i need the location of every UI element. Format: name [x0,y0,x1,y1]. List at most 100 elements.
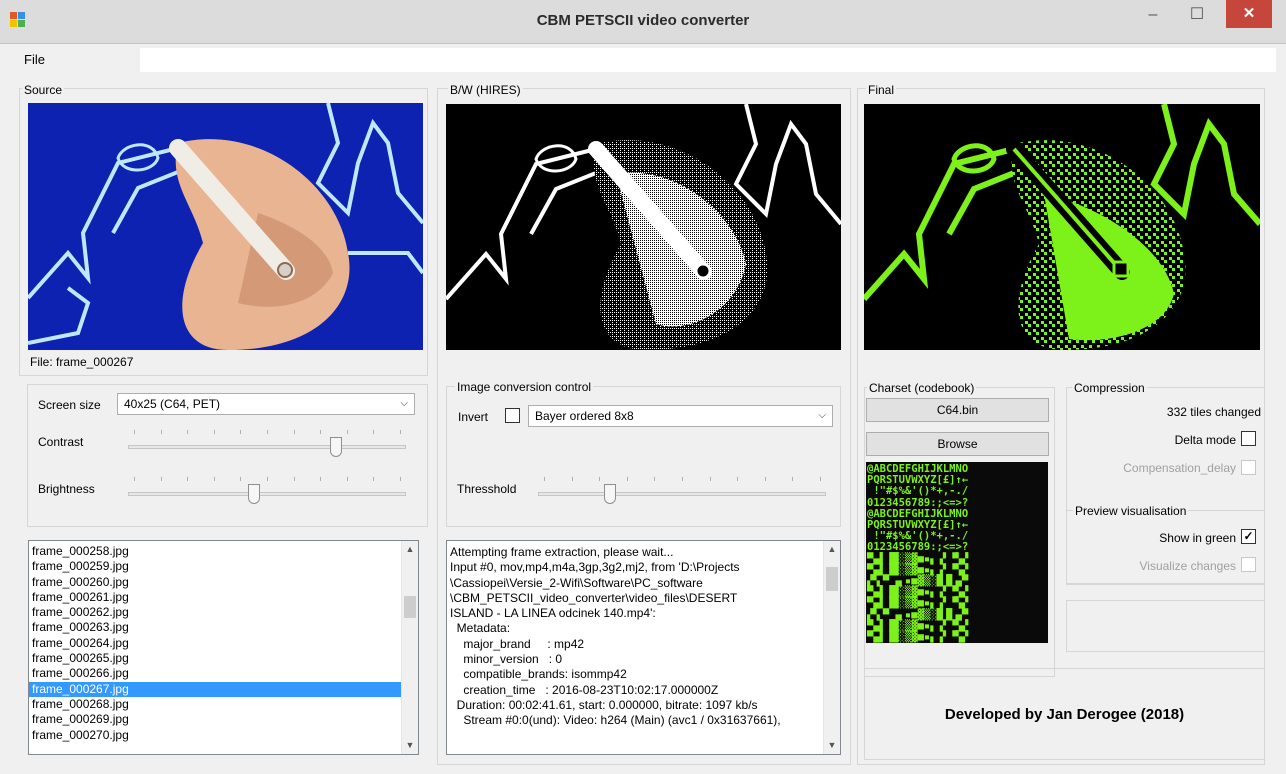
list-item[interactable]: frame_000270.jpg [29,728,418,743]
scroll-thumb[interactable] [826,567,838,591]
tiles-changed-text: 332 tiles changed [1166,405,1261,419]
slider-track[interactable] [538,492,826,496]
title-bar: CBM PETSCII video converter – ☐ ✕ [0,0,1286,44]
chevron-down-icon: ⌵ [400,398,408,409]
scroll-thumb[interactable] [404,596,416,618]
contrast-slider[interactable] [128,428,406,458]
charset-file-button[interactable]: C64.bin [866,398,1049,422]
charset-preview: @ABCDEFGHIJKLMNO PQRSTUVWXYZ[£]↑← !"#$%&'… [866,462,1048,643]
invert-checkbox[interactable] [505,408,520,423]
delta-mode-checkbox[interactable] [1241,431,1256,446]
slider-tick [764,477,766,481]
slider-track[interactable] [128,445,406,449]
bw-label: B/W (HIRES) [448,83,523,97]
scroll-down-icon[interactable]: ▼ [824,737,840,754]
slider-tick [320,477,322,481]
log-line: major_brand : mp42 [450,636,585,651]
preview-group-label: Preview visualisation [1073,504,1189,518]
slider-tick [373,477,375,481]
list-item[interactable]: frame_000267.jpg [29,681,418,697]
source-image [28,103,423,350]
window-title: CBM PETSCII video converter [536,12,750,29]
menu-bar: File [10,48,1276,72]
slider-tick [820,477,821,481]
slider-tick [267,430,268,434]
charset-row: ▀▄▌▐█░▒▓■▪▖▗▘▝▚▞ [867,631,969,643]
slider-tick [293,430,295,434]
scroll-up-icon[interactable]: ▲ [402,541,418,558]
list-item[interactable]: frame_000259.jpg [29,559,418,574]
bw-image [446,104,841,350]
slider-tick [187,430,189,434]
slider-tick [792,477,794,481]
scroll-up-icon[interactable]: ▲ [824,541,840,558]
list-item[interactable]: frame_000268.jpg [29,697,418,712]
threshold-slider[interactable] [538,475,826,505]
charset-row: !"#$%&'()*+,-./ [867,485,969,498]
browse-button[interactable]: Browse [866,432,1049,456]
slider-tick [571,477,573,481]
slider-tick [240,430,242,434]
list-item[interactable]: frame_000266.jpg [29,666,418,681]
threshold-label: Thresshold [457,482,517,496]
slider-thumb[interactable] [604,484,617,504]
empty-group [1066,600,1265,652]
log-line: minor_version : 0 [450,652,563,667]
log-line: compatible_brands: isommp42 [450,667,627,682]
slider-tick [320,430,322,434]
list-item[interactable]: frame_000261.jpg [29,590,418,605]
log-scrollbar[interactable]: ▲ ▼ [823,541,840,754]
log-line: creation_time : 2016-08-23T10:02:17.0000… [450,682,719,697]
compression-group-label: Compression [1072,381,1147,395]
list-item[interactable]: frame_000263.jpg [29,620,418,635]
menu-file[interactable]: File [10,48,140,72]
brightness-slider[interactable] [128,475,406,505]
preview-group [1066,510,1265,585]
log-output[interactable]: Attempting frame extraction, please wait… [446,540,841,755]
frame-list[interactable]: frame_000258.jpg frame_000259.jpg frame_00… [28,540,419,755]
screen-size-select[interactable]: 40x25 (C64, PET) ⌵ [117,393,415,415]
slider-tick [626,477,628,481]
list-item[interactable]: frame_000269.jpg [29,712,418,727]
frame-list-scrollbar[interactable]: ▲ ▼ [401,541,418,754]
log-line: \Cassiopei\Versie_2-Wifi\Software\PC_sof… [450,575,703,590]
log-line: Duration: 00:02:41.61, start: 0.000000, … [450,697,758,712]
slider-tick [160,430,162,434]
final-image [864,104,1260,350]
source-label: Source [22,83,65,97]
contrast-label: Contrast [38,435,84,449]
invert-label: Invert [458,410,489,424]
delta-mode-label: Delta mode [1174,433,1236,447]
list-item[interactable]: frame_000258.jpg [29,544,418,559]
charset-group-label: Charset (codebook) [867,381,977,395]
maximize-button[interactable]: ☐ [1176,0,1218,30]
slider-tick [346,477,348,481]
charset-row: 0123456789:;<=>? [867,541,969,554]
list-item[interactable]: frame_000262.jpg [29,605,418,620]
list-item[interactable]: frame_000265.jpg [29,651,418,666]
visualize-changes-label: Visualize changes [1139,559,1236,573]
visualize-changes-checkbox[interactable] [1241,557,1256,572]
slider-tick [134,477,135,481]
final-label: Final [866,83,897,97]
screen-size-value: 40x25 (C64, PET) [124,397,221,411]
scroll-down-icon[interactable]: ▼ [402,737,418,754]
list-item[interactable]: frame_000264.jpg [29,636,418,651]
slider-tick [293,477,295,481]
conversion-group-label: Image conversion control [455,380,594,394]
show-in-green-checkbox[interactable]: ✓ [1241,529,1256,544]
slider-track[interactable] [128,492,406,496]
compensation-delay-label: Compensation_delay [1123,461,1236,475]
minimize-button[interactable]: – [1132,0,1174,30]
slider-tick [134,430,135,434]
slider-thumb[interactable] [330,437,343,457]
slider-tick [267,477,268,481]
slider-tick [654,477,656,481]
compensation-delay-checkbox[interactable] [1241,460,1256,475]
slider-tick [400,430,401,434]
close-button[interactable]: ✕ [1226,0,1272,28]
slider-thumb[interactable] [247,484,260,504]
dither-select[interactable]: Bayer ordered 8x8 ⌵ [528,405,833,427]
list-item[interactable]: frame_000260.jpg [29,575,418,590]
slider-tick [599,477,601,481]
